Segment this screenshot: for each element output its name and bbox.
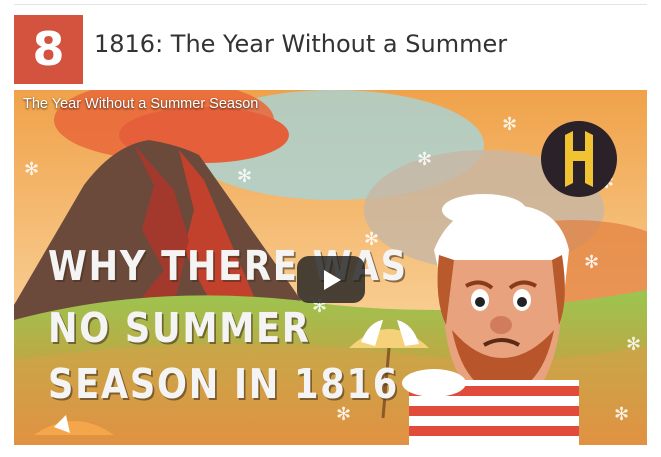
video-embed[interactable]: ✻✻✻ ✻✻✻ ✻✻✻ ✻✻ The Year xyxy=(14,90,647,445)
entry-title: 1816: The Year Without a Summer xyxy=(94,30,508,58)
svg-text:✻: ✻ xyxy=(237,166,252,187)
svg-text:✻: ✻ xyxy=(584,252,599,273)
svg-text:✻: ✻ xyxy=(614,404,629,425)
svg-text:✻: ✻ xyxy=(502,114,517,135)
play-button[interactable] xyxy=(297,256,365,303)
svg-text:✻: ✻ xyxy=(24,159,39,180)
headline-line-2: NO SUMMER xyxy=(48,304,311,352)
svg-text:✻: ✻ xyxy=(417,149,432,170)
history-h-logo-icon xyxy=(565,131,593,187)
svg-text:✻: ✻ xyxy=(626,334,641,355)
top-divider xyxy=(14,4,647,5)
channel-logo-icon[interactable] xyxy=(541,121,617,197)
headline-line-3: SEASON IN 1816 xyxy=(48,360,400,408)
rank-badge: 8 xyxy=(14,15,83,84)
video-title[interactable]: The Year Without a Summer Season xyxy=(23,96,258,112)
